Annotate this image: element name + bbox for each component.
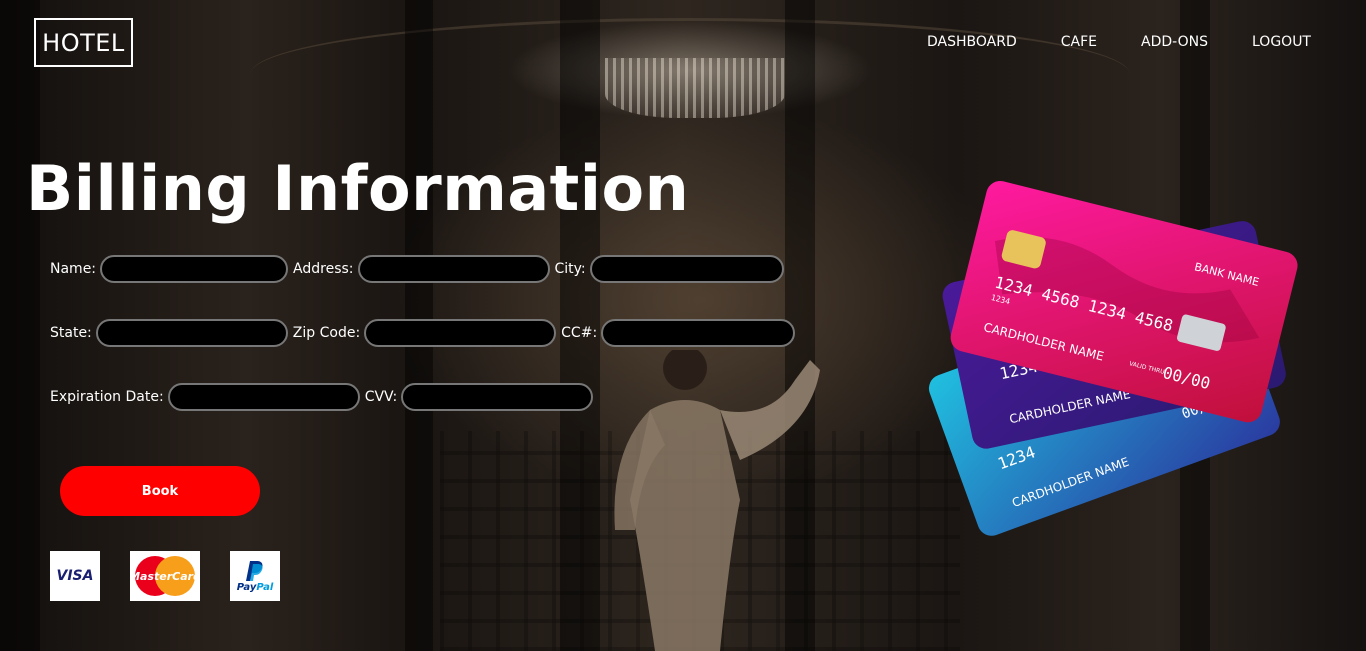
state-label: State: [50, 325, 92, 341]
paypal-text-2: Pal [256, 581, 274, 593]
cvv-label: CVV: [364, 389, 398, 405]
address-label: Address: [293, 261, 354, 277]
page-title: Billing Information [26, 152, 690, 225]
form-row-1: Name: Address: City: [50, 255, 789, 283]
book-button[interactable]: Book [60, 466, 260, 516]
nav-dashboard[interactable]: DASHBOARD [927, 34, 1017, 50]
form-row-3: Expiration Date: CVV: [50, 383, 598, 411]
visa-logo: VISA [50, 551, 100, 601]
state-input[interactable] [95, 319, 288, 347]
form-row-2: State: Zip Code: CC#: [50, 319, 800, 347]
paypal-logo: Pay Pal [230, 551, 280, 601]
mastercard-icon: MasterCard [130, 556, 200, 596]
hotel-logo[interactable]: HOTEL [34, 18, 133, 67]
background-woman [614, 350, 820, 651]
nav-add-ons[interactable]: ADD-ONS [1141, 34, 1208, 50]
city-input[interactable] [589, 255, 784, 283]
expiration-input[interactable] [167, 383, 360, 411]
credit-cards-illustration: 1234 CARDHOLDER NAME 00/00 1234 CARDHOLD… [928, 180, 1298, 536]
mastercard-logo: MasterCard [130, 551, 200, 601]
cc-input[interactable] [601, 319, 796, 347]
zip-label: Zip Code: [292, 325, 361, 341]
cc-label: CC#: [561, 325, 598, 341]
mastercard-text: MasterCard [130, 570, 200, 583]
name-input[interactable] [100, 255, 289, 283]
visa-text: VISA [56, 568, 94, 584]
address-input[interactable] [357, 255, 550, 283]
paypal-icon [246, 560, 263, 581]
nav-logout[interactable]: LOGOUT [1252, 34, 1311, 50]
main-nav: DASHBOARD CAFE ADD-ONS LOGOUT [927, 34, 1311, 50]
background-pillar [0, 0, 40, 651]
expiration-label: Expiration Date: [50, 389, 164, 405]
city-label: City: [554, 261, 586, 277]
nav-cafe[interactable]: CAFE [1061, 34, 1097, 50]
background-chandelier [605, 58, 785, 118]
paypal-text-1: Pay [236, 581, 257, 593]
name-label: Name: [50, 261, 97, 277]
cvv-input[interactable] [401, 383, 594, 411]
zip-input[interactable] [364, 319, 557, 347]
